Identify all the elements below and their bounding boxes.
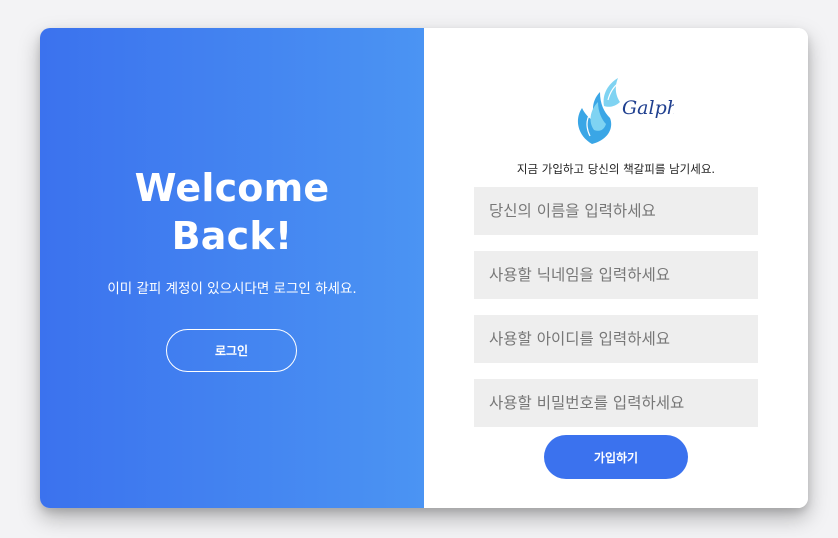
password-input[interactable]: [474, 379, 758, 427]
welcome-title-line1: Welcome: [134, 166, 330, 210]
welcome-title: Welcome Back!: [40, 164, 424, 260]
signup-panel: Galphi 지금 가입하고 당신의 책갈피를 남기세요. 가입하기: [424, 28, 808, 508]
userid-input[interactable]: [474, 315, 758, 363]
nickname-input[interactable]: [474, 251, 758, 299]
signup-button[interactable]: 가입하기: [544, 435, 688, 479]
signup-card: Welcome Back! 이미 갈피 계정이 있으시다면 로그인 하세요. 로그…: [40, 28, 808, 508]
welcome-panel: Welcome Back! 이미 갈피 계정이 있으시다면 로그인 하세요. 로그…: [40, 28, 424, 508]
welcome-title-line2: Back!: [171, 214, 293, 258]
welcome-subtitle: 이미 갈피 계정이 있으시다면 로그인 하세요.: [107, 281, 357, 297]
name-input[interactable]: [474, 187, 758, 235]
logo-wordmark: Galphi: [622, 97, 674, 119]
feather-flame-logo-icon: Galphi: [577, 78, 685, 144]
login-button[interactable]: 로그인: [166, 329, 297, 372]
galphi-logo: Galphi: [564, 70, 685, 146]
signup-tagline: 지금 가입하고 당신의 책갈피를 남기세요.: [516, 162, 716, 176]
